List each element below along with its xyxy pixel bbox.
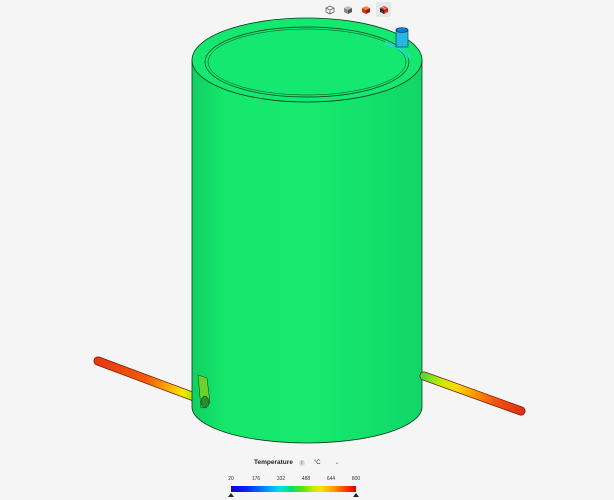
- chevron-down-icon: ⌄: [334, 460, 340, 466]
- unit-value: °C: [313, 459, 321, 466]
- wireframe-cube-icon: [325, 5, 334, 14]
- left-pipe-end: [200, 395, 210, 409]
- wireframe-view-button[interactable]: [322, 2, 337, 17]
- colored-view-button[interactable]: [358, 2, 373, 17]
- legend-title: Temperature: [254, 459, 293, 466]
- tank-top: [191, 17, 423, 103]
- colored-cube-icon: [361, 5, 370, 14]
- tank[interactable]: [191, 17, 423, 444]
- top-nozzle[interactable]: [395, 27, 409, 48]
- legend-tick: 20: [228, 476, 234, 482]
- left-pipe[interactable]: [93, 356, 210, 406]
- legend-tick: 800: [351, 476, 361, 482]
- legend-max-handle[interactable]: [353, 493, 359, 497]
- colored-mesh-view-button[interactable]: [376, 2, 391, 17]
- legend-tick: 332: [276, 476, 286, 482]
- colored-mesh-cube-icon: [379, 5, 388, 14]
- unit-dropdown[interactable]: °C ⌄: [311, 458, 343, 467]
- legend-min-handle[interactable]: [228, 493, 234, 497]
- solid-view-button[interactable]: [340, 2, 355, 17]
- view-mode-toolbar: [322, 2, 391, 17]
- legend-tick: 176: [251, 476, 261, 482]
- solid-cube-icon: [343, 5, 352, 14]
- legend-tick: 644: [326, 476, 336, 482]
- top-nozzle-cap: [395, 27, 409, 33]
- 3d-viewport[interactable]: [0, 0, 614, 500]
- legend-color-bar: [231, 486, 356, 492]
- legend-tick: 488: [301, 476, 311, 482]
- tank-side: [191, 59, 423, 444]
- legend-ticks: 20 176 332 488 644 800: [228, 476, 360, 484]
- info-icon[interactable]: i: [298, 459, 305, 466]
- left-pipe-body: [94, 357, 209, 405]
- legend-header: Temperature i °C ⌄: [254, 458, 343, 467]
- right-pipe-body: [420, 372, 525, 415]
- right-pipe[interactable]: [419, 371, 526, 416]
